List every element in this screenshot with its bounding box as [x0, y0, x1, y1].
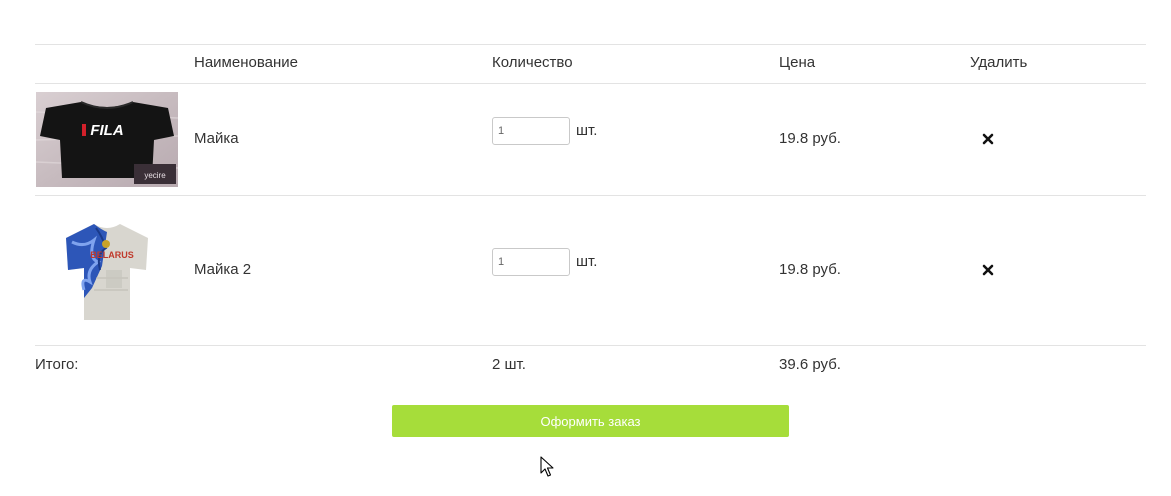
product-name[interactable]: Майка [194, 130, 239, 147]
total-divider [35, 345, 1146, 346]
quantity-input[interactable] [492, 248, 570, 276]
product-price: 19.8 руб. [779, 130, 841, 147]
total-label: Итого: [35, 356, 79, 373]
product-name[interactable]: Майка 2 [194, 261, 251, 278]
svg-text:BELARUS: BELARUS [90, 250, 134, 260]
column-header-quantity: Количество [492, 54, 573, 71]
svg-text:yecire: yecire [144, 171, 166, 180]
column-header-price: Цена [779, 54, 816, 71]
delete-item-button[interactable] [981, 263, 995, 277]
svg-text:FILA: FILA [90, 122, 123, 139]
quantity-input[interactable] [492, 117, 570, 145]
product-price: 19.8 руб. [779, 261, 841, 278]
row-divider [35, 195, 1146, 196]
quantity-unit: шт. [576, 122, 598, 139]
total-price: 39.6 руб. [779, 356, 841, 373]
quantity-unit: шт. [576, 253, 598, 270]
close-icon [982, 133, 994, 145]
table-top-divider [35, 44, 1146, 45]
column-header-delete: Удалить [970, 54, 1028, 71]
total-quantity: 2 шт. [492, 356, 526, 373]
product-image[interactable]: FILA yecire [36, 92, 178, 187]
close-icon [982, 264, 994, 276]
header-divider [35, 83, 1146, 84]
product-image[interactable]: BELARUS [36, 218, 178, 326]
checkout-button[interactable]: Оформить заказ [392, 405, 789, 437]
column-header-name: Наименование [194, 54, 298, 71]
mouse-cursor-icon [540, 456, 554, 477]
delete-item-button[interactable] [981, 132, 995, 146]
